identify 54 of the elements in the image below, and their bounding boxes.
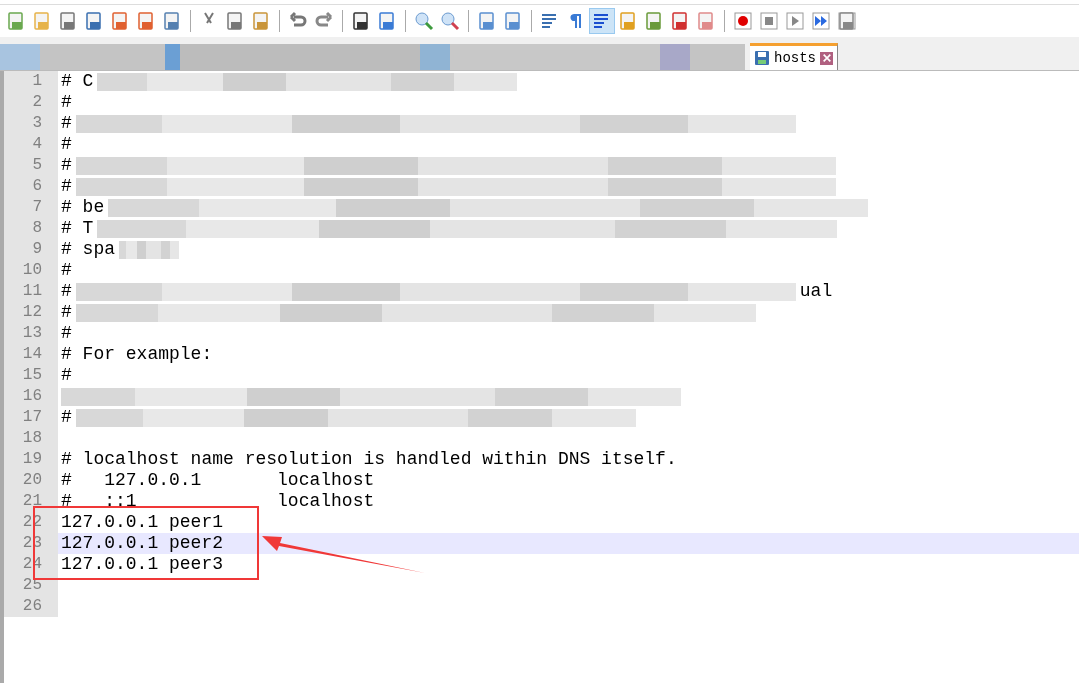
code-line: # spa <box>61 239 115 260</box>
line-number: 2 <box>4 92 58 113</box>
code-line: # T <box>61 218 94 239</box>
record-icon[interactable] <box>731 9 755 33</box>
code-line: # localhost name resolution is handled within DNS itself. <box>61 449 677 470</box>
code-line: 127.0.0.1 peer1 <box>61 512 224 533</box>
line-number: 19 <box>4 449 58 470</box>
line-number: 20 <box>4 470 58 491</box>
line-number: 11 <box>4 281 58 302</box>
indent-guide-icon[interactable] <box>590 9 614 33</box>
line-number: 10 <box>4 260 58 281</box>
line-number: 15 <box>4 365 58 386</box>
code-line: # <box>61 302 72 323</box>
code-line: # be <box>61 197 105 218</box>
code-line: # <box>61 365 72 386</box>
stop-icon[interactable] <box>757 9 781 33</box>
code-line: 127.0.0.1 peer2 <box>61 533 224 554</box>
code-line: # For example: <box>61 344 213 365</box>
code-line: # <box>61 134 72 155</box>
code-line: # ::1 localhost <box>61 491 375 512</box>
line-number: 17 <box>4 407 58 428</box>
line-number: 13 <box>4 323 58 344</box>
code-line: # <box>61 407 72 428</box>
line-number: 4 <box>4 134 58 155</box>
code-line: # 127.0.0.1 localhost <box>61 470 375 491</box>
line-number: 6 <box>4 176 58 197</box>
code-line: # <box>61 113 72 134</box>
play-icon[interactable] <box>783 9 807 33</box>
line-number: 14 <box>4 344 58 365</box>
close-icon[interactable] <box>820 51 833 65</box>
code-line: 127.0.0.1 peer3 <box>61 554 224 575</box>
code-line: # C <box>61 71 94 92</box>
zoom-in-icon[interactable] <box>412 9 436 33</box>
code-line: # <box>61 155 72 176</box>
code-line: # <box>61 176 72 197</box>
line-number: 3 <box>4 113 58 134</box>
code-line: # <box>61 260 72 281</box>
line-number: 5 <box>4 155 58 176</box>
line-number: 12 <box>4 302 58 323</box>
line-number: 9 <box>4 239 58 260</box>
line-number: 21 <box>4 491 58 512</box>
line-number: 8 <box>4 218 58 239</box>
file-tab[interactable]: hosts <box>750 43 838 70</box>
line-number: 16 <box>4 386 58 407</box>
code-text: ual <box>799 281 833 302</box>
line-number: 7 <box>4 197 58 218</box>
code-line: # <box>61 323 72 344</box>
line-number: 18 <box>4 428 58 449</box>
code-line: # <box>61 92 72 113</box>
code-line: # <box>61 281 72 302</box>
line-number: 26 <box>4 596 58 617</box>
fast-forward-icon[interactable] <box>809 9 833 33</box>
line-number: 1 <box>4 71 58 92</box>
zoom-out-icon[interactable] <box>438 9 462 33</box>
